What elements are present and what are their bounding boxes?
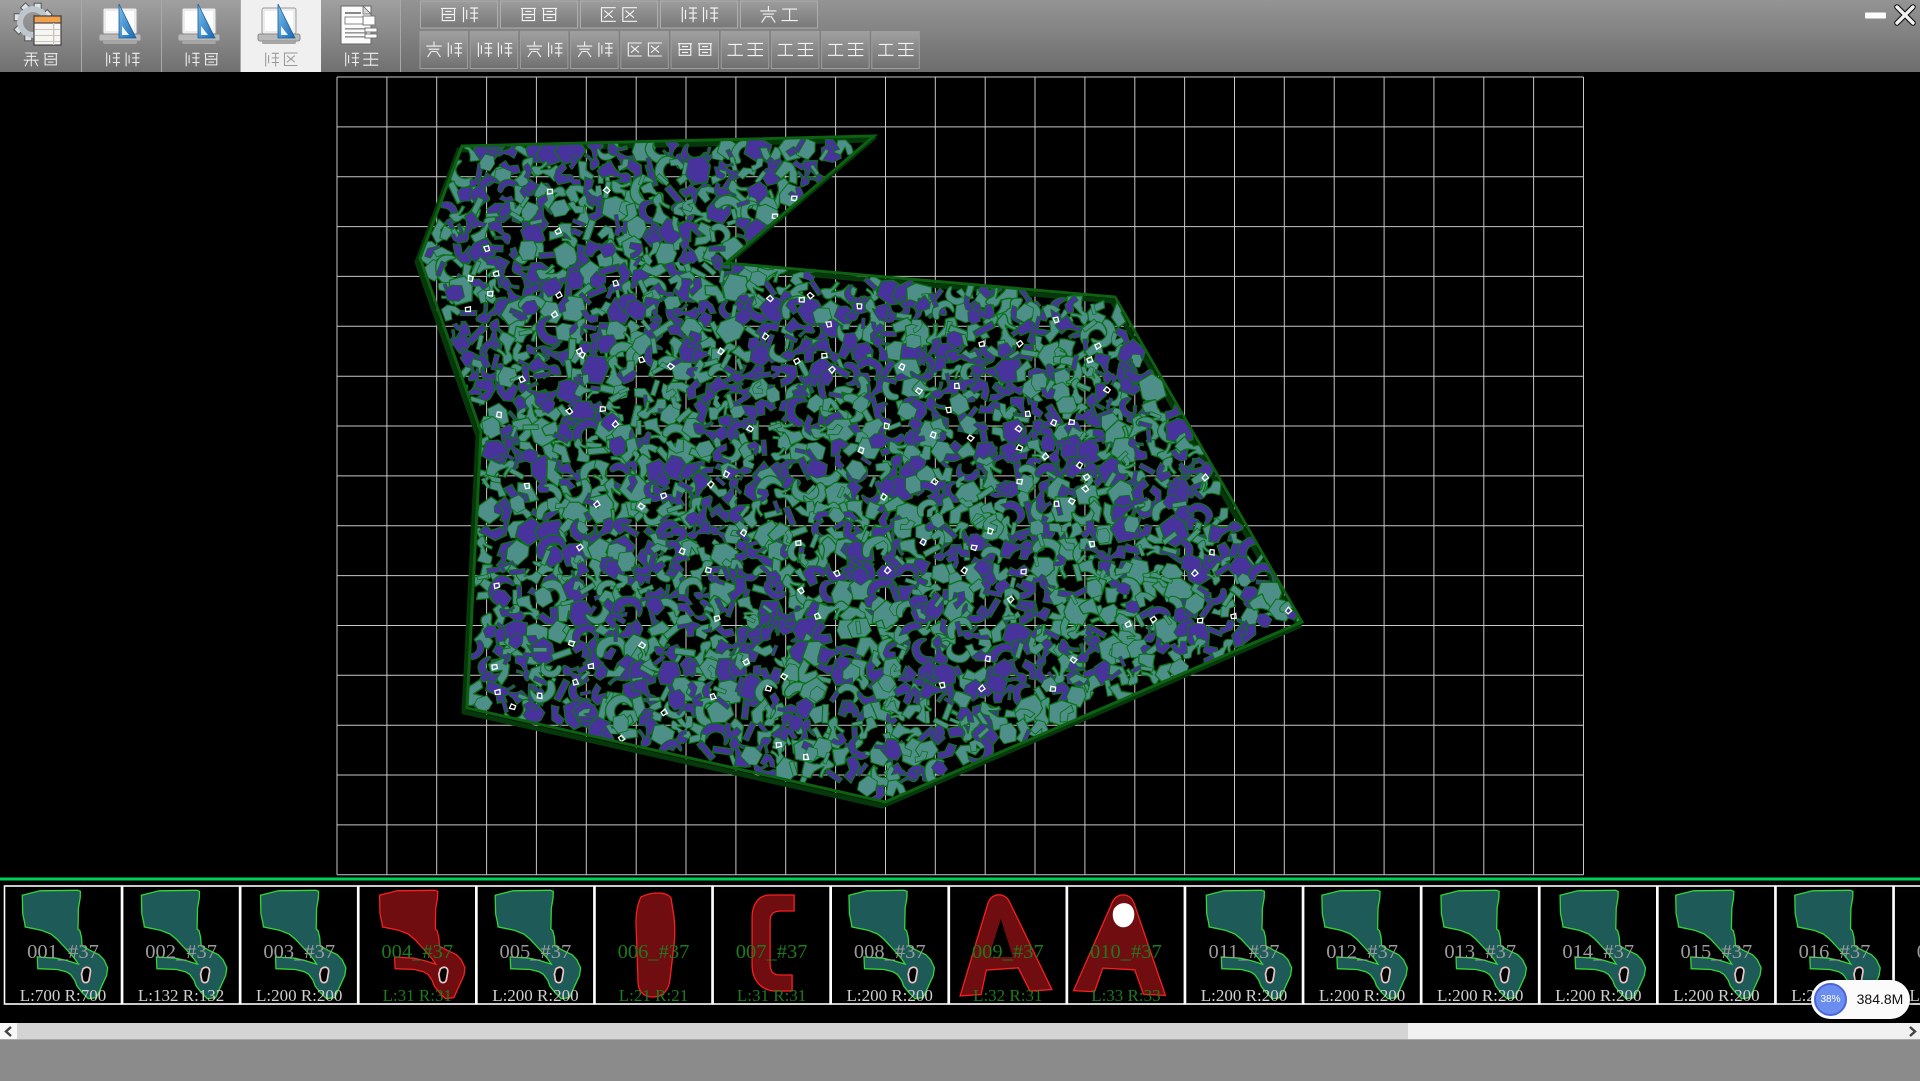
svg-text:007_#37: 007_#37: [736, 941, 808, 963]
svg-text:012_#37: 012_#37: [1326, 941, 1398, 963]
svg-text:004_#37: 004_#37: [381, 941, 453, 963]
svg-text:005_#37: 005_#37: [500, 941, 572, 963]
svg-text:L:32 R:31: L:32 R:31: [973, 986, 1042, 1005]
svg-text:L:200 R:200: L:200 R:200: [1673, 986, 1759, 1005]
svg-text:002_#37: 002_#37: [145, 941, 217, 963]
svg-text:L:33 R:33: L:33 R:33: [1091, 986, 1160, 1005]
svg-text:013_#37: 013_#37: [1444, 941, 1516, 963]
svg-text:014_#37: 014_#37: [1562, 941, 1634, 963]
svg-text:L:132 R:132: L:132 R:132: [138, 986, 224, 1005]
svg-text:L:200 R:200: L:200 R:200: [492, 986, 578, 1005]
svg-text:L:31 R:31: L:31 R:31: [737, 986, 806, 1005]
svg-text:010_#37: 010_#37: [1090, 941, 1162, 963]
svg-text:L:200 R:200: L:200 R:200: [1909, 986, 1920, 1005]
svg-text:L:200 R:200: L:200 R:200: [846, 986, 932, 1005]
svg-text:L:21 R:21: L:21 R:21: [619, 986, 688, 1005]
svg-text:001_#37: 001_#37: [27, 941, 99, 963]
svg-text:L:31 R:31: L:31 R:31: [383, 986, 452, 1005]
svg-text:L:700 R:700: L:700 R:700: [20, 986, 106, 1005]
svg-text:008_#37: 008_#37: [854, 941, 926, 963]
svg-text:L:200 R:200: L:200 R:200: [1319, 986, 1405, 1005]
svg-text:011_#37: 011_#37: [1209, 941, 1280, 963]
svg-text:L:200 R:200: L:200 R:200: [1201, 986, 1287, 1005]
svg-text:003_#37: 003_#37: [263, 941, 335, 963]
svg-text:006_#37: 006_#37: [618, 941, 690, 963]
svg-text:015_#37: 015_#37: [1681, 941, 1753, 963]
svg-text:L:200 R:200: L:200 R:200: [1437, 986, 1523, 1005]
svg-text:016_#37: 016_#37: [1799, 941, 1871, 963]
svg-text:L:200 R:200: L:200 R:200: [256, 986, 342, 1005]
svg-text:009_#37: 009_#37: [972, 941, 1044, 963]
svg-text:L:200 R:200: L:200 R:200: [1555, 986, 1641, 1005]
